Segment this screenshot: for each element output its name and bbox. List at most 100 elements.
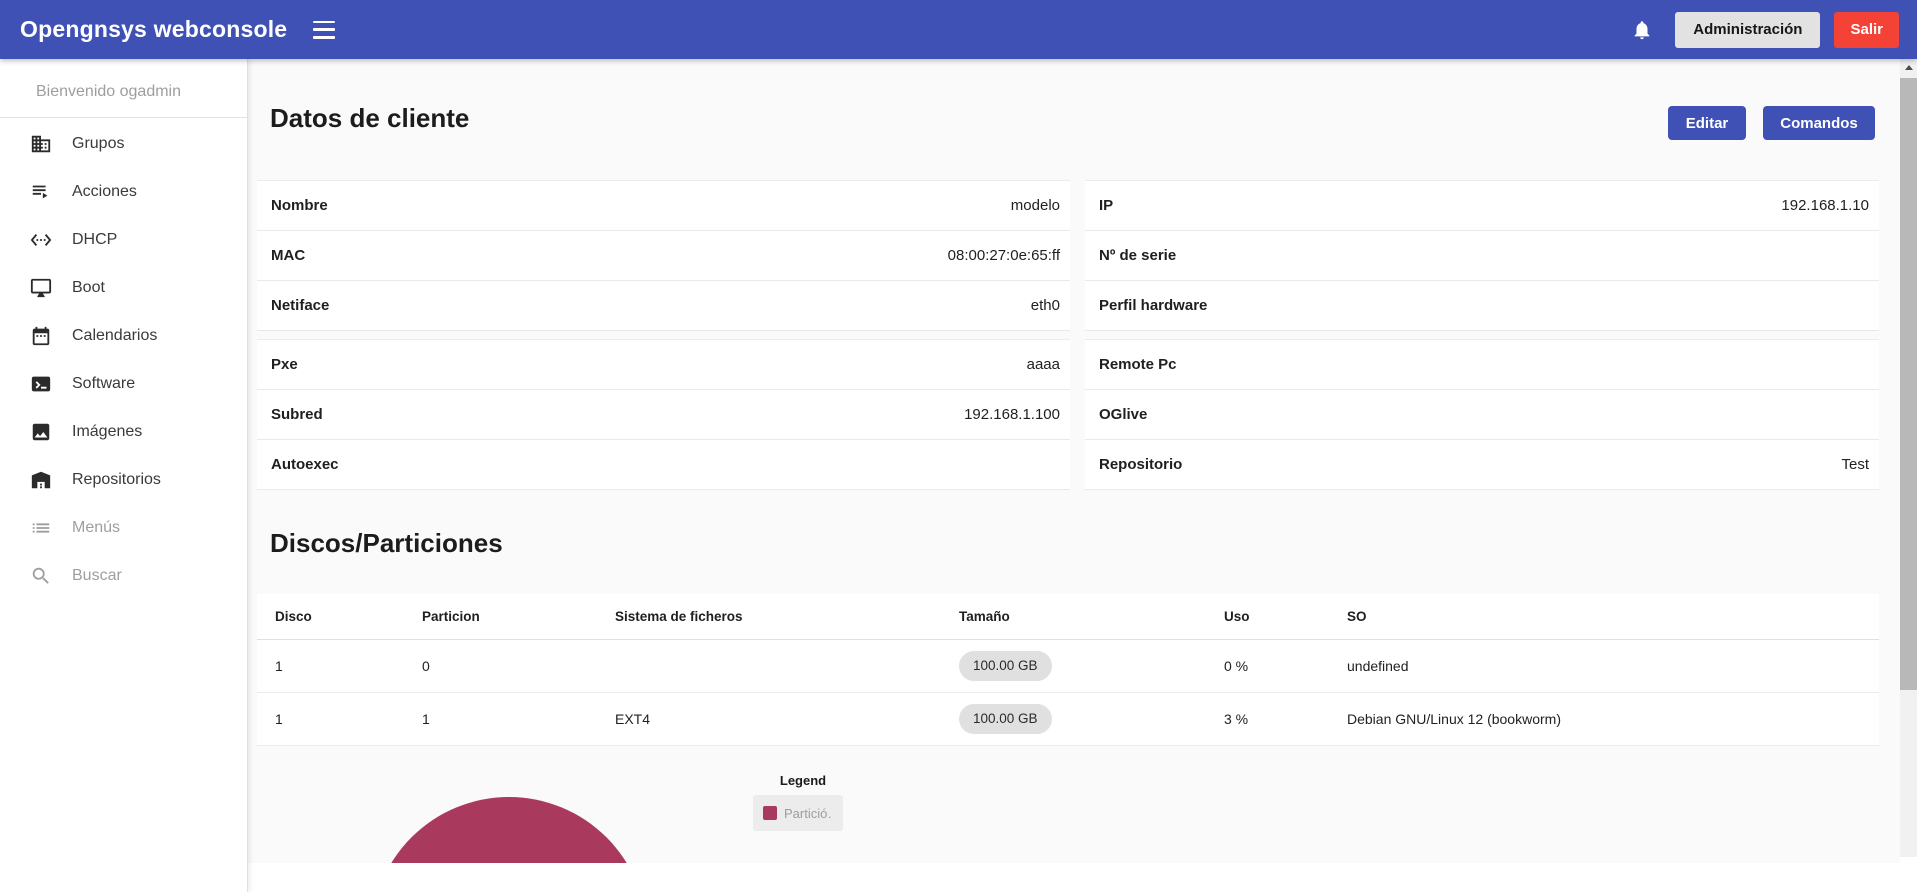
sidebar-item-boot[interactable]: Boot xyxy=(0,264,247,312)
sidebar-item-label: Repositorios xyxy=(72,471,161,489)
partitions-table: Disco Particion Sistema de ficheros Tama… xyxy=(257,594,1879,746)
sidebar-nav: Grupos Acciones DHCP Boot Calendarios So… xyxy=(0,118,247,600)
edit-button[interactable]: Editar xyxy=(1668,106,1746,140)
client-fields-group: Remote Pc OGlive Repositorio Test xyxy=(1085,339,1879,490)
field-value: modelo xyxy=(1011,197,1060,214)
vertical-scrollbar[interactable] xyxy=(1900,59,1917,857)
column-header-disco: Disco xyxy=(275,609,422,624)
legend-swatch xyxy=(763,806,777,820)
field-label: Subred xyxy=(271,406,323,423)
field-value: 08:00:27:0e:65:ff xyxy=(948,247,1060,264)
menu-icon[interactable] xyxy=(313,21,337,39)
cell-disco: 1 xyxy=(275,658,422,674)
field-value: Test xyxy=(1841,456,1869,473)
size-chip: 100.00 GB xyxy=(959,704,1052,734)
client-fields-group: Pxe aaaa Subred 192.168.1.100 Autoexec xyxy=(257,339,1070,490)
field-row-perfil-hardware: Perfil hardware xyxy=(1085,281,1879,331)
scrollbar-thumb[interactable] xyxy=(1900,78,1917,690)
sidebar-item-menus[interactable]: Menús xyxy=(0,504,247,552)
column-header-particion: Particion xyxy=(422,609,615,624)
sidebar: Bienvenido ogadmin Grupos Acciones DHCP … xyxy=(0,59,248,892)
opengnsys-webconsole: Opengnsys webconsole Administración Sali… xyxy=(0,0,1917,892)
sidebar-item-label: Software xyxy=(72,375,135,393)
field-value: aaaa xyxy=(1027,356,1060,373)
field-row-ip: IP 192.168.1.10 xyxy=(1085,181,1879,231)
sidebar-item-acciones[interactable]: Acciones xyxy=(0,168,247,216)
field-row-mac: MAC 08:00:27:0e:65:ff xyxy=(257,231,1070,281)
table-row: 1 0 100.00 GB 0 % undefined xyxy=(257,640,1879,693)
actions-list-icon xyxy=(30,181,52,203)
cell-uso: 0 % xyxy=(1224,658,1347,674)
logout-button[interactable]: Salir xyxy=(1834,12,1899,48)
chart-legend: Legend Partició… xyxy=(753,773,853,831)
list-icon xyxy=(30,517,52,539)
cell-particion: 0 xyxy=(422,658,615,674)
sidebar-item-label: Acciones xyxy=(72,183,137,201)
legend-label: Partició… xyxy=(784,806,833,821)
sidebar-item-imagenes[interactable]: Imágenes xyxy=(0,408,247,456)
sidebar-item-label: Grupos xyxy=(72,135,124,153)
field-label: Netiface xyxy=(271,297,329,314)
sidebar-item-calendarios[interactable]: Calendarios xyxy=(0,312,247,360)
field-label: IP xyxy=(1099,197,1113,214)
cell-uso: 3 % xyxy=(1224,711,1347,727)
ethernet-icon xyxy=(30,229,52,251)
scrollbar-up-arrow[interactable] xyxy=(1900,59,1917,76)
field-label: Autoexec xyxy=(271,456,339,473)
field-value: 192.168.1.100 xyxy=(964,406,1060,423)
partitions-heading: Discos/Particiones xyxy=(270,528,503,559)
cell-disco: 1 xyxy=(275,711,422,727)
sidebar-item-repositorios[interactable]: Repositorios xyxy=(0,456,247,504)
field-row-remote-pc: Remote Pc xyxy=(1085,340,1879,390)
cell-particion: 1 xyxy=(422,711,615,727)
sidebar-item-label: Imágenes xyxy=(72,423,142,441)
sidebar-item-software[interactable]: Software xyxy=(0,360,247,408)
column-header-filesystem: Sistema de ficheros xyxy=(615,609,959,624)
field-label: Remote Pc xyxy=(1099,356,1177,373)
field-row-autoexec: Autoexec xyxy=(257,440,1070,490)
notifications-icon[interactable] xyxy=(1631,19,1653,41)
sidebar-item-label: Boot xyxy=(72,279,105,297)
table-header-row: Disco Particion Sistema de ficheros Tama… xyxy=(257,594,1879,640)
field-label: Perfil hardware xyxy=(1099,297,1207,314)
field-value: eth0 xyxy=(1031,297,1060,314)
client-fields-group: IP 192.168.1.10 Nº de serie Perfil hardw… xyxy=(1085,180,1879,331)
field-label: Repositorio xyxy=(1099,456,1182,473)
app-title: Opengnsys webconsole xyxy=(20,16,287,43)
partition-pie-chart: Legend Partició… xyxy=(248,755,1900,863)
field-label: MAC xyxy=(271,247,305,264)
field-row-pxe: Pxe aaaa xyxy=(257,340,1070,390)
legend-title: Legend xyxy=(753,773,853,788)
client-fields-group: Nombre modelo MAC 08:00:27:0e:65:ff Neti… xyxy=(257,180,1070,331)
field-row-netiface: Netiface eth0 xyxy=(257,281,1070,331)
building-icon xyxy=(30,133,52,155)
field-row-subred: Subred 192.168.1.100 xyxy=(257,390,1070,440)
field-row-repositorio: Repositorio Test xyxy=(1085,440,1879,490)
legend-item[interactable]: Partició… xyxy=(753,795,843,831)
sidebar-item-label: Calendarios xyxy=(72,327,157,345)
image-icon xyxy=(30,421,52,443)
cell-so: undefined xyxy=(1347,658,1879,674)
sidebar-item-label: DHCP xyxy=(72,231,117,249)
field-label: OGlive xyxy=(1099,406,1147,423)
sidebar-item-label: Menús xyxy=(72,519,120,537)
sidebar-item-grupos[interactable]: Grupos xyxy=(0,120,247,168)
table-row: 1 1 EXT4 100.00 GB 3 % Debian GNU/Linux … xyxy=(257,693,1879,746)
administration-button[interactable]: Administración xyxy=(1675,12,1820,48)
cell-filesystem: EXT4 xyxy=(615,711,959,727)
pie-slice xyxy=(371,797,647,863)
top-app-bar: Opengnsys webconsole Administración Sali… xyxy=(0,0,1917,59)
field-label: Nombre xyxy=(271,197,328,214)
sidebar-item-label: Buscar xyxy=(72,567,122,585)
main-content: Datos de cliente Editar Comandos Nombre … xyxy=(248,59,1900,892)
sidebar-item-dhcp[interactable]: DHCP xyxy=(0,216,247,264)
monitor-icon xyxy=(30,277,52,299)
sidebar-item-buscar[interactable]: Buscar xyxy=(0,552,247,600)
field-label: Pxe xyxy=(271,356,298,373)
field-row-serial: Nº de serie xyxy=(1085,231,1879,281)
commands-button[interactable]: Comandos xyxy=(1763,106,1875,140)
cell-so: Debian GNU/Linux 12 (bookworm) xyxy=(1347,711,1879,727)
calendar-icon xyxy=(30,325,52,347)
field-label: Nº de serie xyxy=(1099,247,1176,264)
field-row-nombre: Nombre modelo xyxy=(257,181,1070,231)
